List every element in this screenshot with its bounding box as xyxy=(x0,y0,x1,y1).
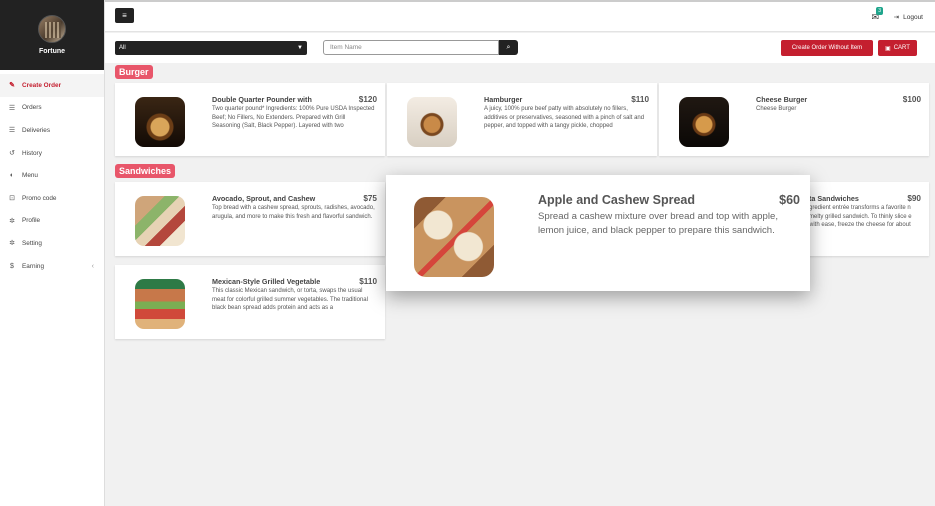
sidebar-nav: ✎ Create Order ☰ Orders ☰ Deliveries ↺ H… xyxy=(0,70,104,277)
item-image xyxy=(135,279,185,329)
top-bar: ≡ ✉ 3 ⇥ Logout xyxy=(105,0,935,32)
sidebar-item-history[interactable]: ↺ History xyxy=(0,142,104,165)
item-description: A juicy, 100% pure beef patty with absol… xyxy=(484,106,645,130)
menu-item-card[interactable]: Cheese Burger $100 Cheese Burger xyxy=(659,83,929,156)
item-description: Spread a cashew mixture over bread and t… xyxy=(538,211,778,236)
menu-item-card[interactable]: Avocado, Sprout, and Cashew $75 Top brea… xyxy=(115,182,385,256)
logout-icon: ⇥ xyxy=(893,14,900,21)
history-icon: ↺ xyxy=(9,150,15,158)
sidebar-item-label: Create Order xyxy=(22,81,62,89)
hamburger-icon: ≡ xyxy=(122,11,127,20)
sidebar: Fortune ✎ Create Order ☰ Orders ☰ Delive… xyxy=(0,0,105,506)
item-description: Two quarter pound* Ingredients: 100% Pur… xyxy=(212,106,375,130)
sidebar-item-create-order[interactable]: ✎ Create Order xyxy=(0,74,104,97)
item-name: Mexican-Style Grilled Vegetable xyxy=(212,277,321,286)
sidebar-item-earning[interactable]: $ Earning ‹ xyxy=(0,255,104,278)
item-price: $60 xyxy=(779,193,800,207)
section-label-sandwiches: Sandwiches xyxy=(115,164,176,178)
mail-badge: 3 xyxy=(876,7,883,15)
cart-icon: ⊡ xyxy=(9,195,15,203)
list-icon: ☰ xyxy=(8,127,16,135)
menu-item-card[interactable]: Mexican-Style Grilled Vegetable $110 Thi… xyxy=(115,265,385,339)
sidebar-item-label: History xyxy=(22,149,42,157)
item-price: $110 xyxy=(359,277,377,286)
item-name: Double Quarter Pounder with xyxy=(212,95,312,104)
item-image xyxy=(679,97,729,147)
sidebar-item-label: Menu xyxy=(22,172,38,180)
sidebar-item-deliveries[interactable]: ☰ Deliveries xyxy=(0,119,104,142)
caret-down-icon: ▼ xyxy=(297,45,303,51)
sidebar-item-menu[interactable]: ◐ Menu xyxy=(0,164,104,187)
brand-block: Fortune xyxy=(0,0,104,70)
sidebar-item-label: Orders xyxy=(22,104,42,112)
chevron-left-icon: ‹ xyxy=(91,262,94,270)
item-image xyxy=(135,97,185,147)
sidebar-item-label: Profile xyxy=(22,217,41,225)
sidebar-item-promo-code[interactable]: ⊡ Promo code xyxy=(0,187,104,210)
item-price: $110 xyxy=(631,95,649,104)
item-price: $100 xyxy=(902,95,921,104)
category-select[interactable]: All ▼ xyxy=(115,41,307,55)
edit-icon: ✎ xyxy=(9,82,15,90)
item-price: $90 xyxy=(907,194,921,203)
item-name: Cheese Burger xyxy=(756,95,808,104)
logout-button[interactable]: ⇥ Logout xyxy=(893,13,923,22)
cart-label: CART xyxy=(893,45,910,51)
item-description: gredient entrée transforms a favorite n … xyxy=(809,205,912,229)
create-order-without-item-button[interactable]: Create Order Without Item xyxy=(781,40,873,56)
cart-button[interactable]: ▣ CART xyxy=(878,40,917,56)
sidebar-item-label: Promo code xyxy=(22,194,57,202)
item-name: Hamburger xyxy=(484,95,523,104)
logout-label: Logout xyxy=(903,13,923,21)
item-description: Cheese Burger xyxy=(756,106,797,112)
menu-toggle-button[interactable]: ≡ xyxy=(115,8,134,23)
expanded-item-card[interactable]: Apple and Cashew Spread $60 Spread a cas… xyxy=(386,175,810,291)
search-input[interactable]: Item Name xyxy=(323,40,499,55)
list-icon: ☰ xyxy=(8,104,16,112)
gear-icon: ✲ xyxy=(9,240,15,248)
sidebar-item-label: Earning xyxy=(22,262,45,270)
search-button[interactable]: ⌕ xyxy=(499,40,518,55)
search-icon: ⌕ xyxy=(506,43,511,51)
item-price: $120 xyxy=(358,95,377,104)
dollar-icon: $ xyxy=(10,262,14,270)
brand-name: Fortune xyxy=(38,48,66,55)
sidebar-item-label: Setting xyxy=(22,239,42,247)
menu-item-card[interactable]: Double Quarter Pounder with $120 Two qua… xyxy=(115,83,385,156)
filter-bar: All ▼ Item Name ⌕ Create Order Without I… xyxy=(105,33,935,63)
item-image xyxy=(135,196,185,246)
section-label-burger: Burger xyxy=(115,65,153,79)
item-name: Avocado, Sprout, and Cashew xyxy=(212,194,316,203)
item-image xyxy=(414,197,494,277)
item-name: ta Sandwiches xyxy=(809,194,859,203)
menu-item-card[interactable]: Hamburger $110 A juicy, 100% pure beef p… xyxy=(387,83,657,156)
avatar[interactable] xyxy=(38,15,66,43)
category-select-value: All xyxy=(119,45,126,51)
search-placeholder: Item Name xyxy=(330,44,362,51)
sidebar-item-profile[interactable]: ✲ Profile xyxy=(0,210,104,233)
item-description: This classic Mexican sandwich, or torta,… xyxy=(212,288,368,312)
sidebar-item-orders[interactable]: ☰ Orders xyxy=(0,97,104,120)
item-description: Top bread with a cashew spread, sprouts,… xyxy=(212,205,375,220)
gear-icon: ✲ xyxy=(9,217,15,225)
item-name: Apple and Cashew Spread xyxy=(538,193,695,207)
sidebar-item-setting[interactable]: ✲ Setting xyxy=(0,232,104,255)
globe-icon: ◐ xyxy=(9,172,15,180)
item-image xyxy=(407,97,457,147)
item-price: $75 xyxy=(363,194,377,203)
sidebar-item-label: Deliveries xyxy=(22,126,51,134)
cart-icon: ▣ xyxy=(885,45,891,52)
